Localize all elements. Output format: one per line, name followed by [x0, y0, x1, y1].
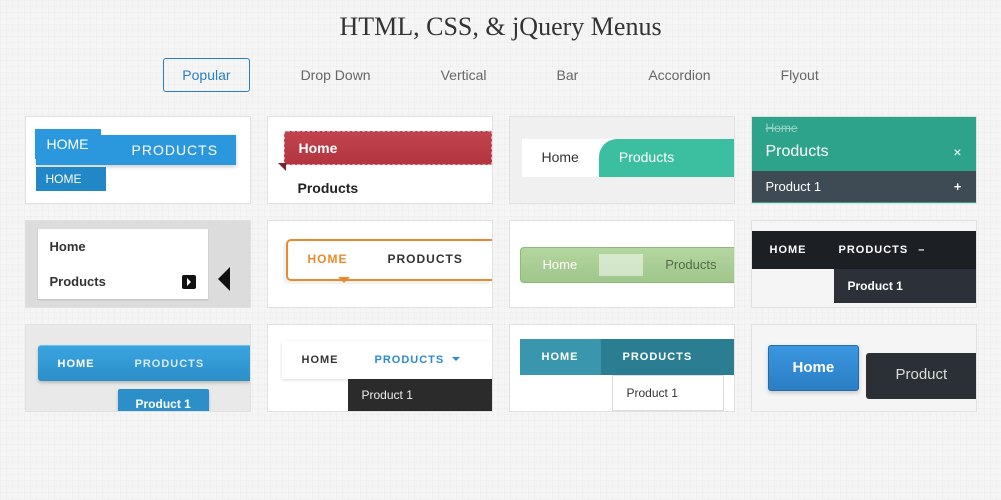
- menu-template-2[interactable]: Home Products: [267, 116, 493, 204]
- menu-template-7[interactable]: Home Products: [509, 220, 735, 308]
- flyout-arrow-icon: [206, 267, 230, 291]
- chevron-right-icon: [182, 275, 196, 289]
- nav-home: HOME: [752, 244, 825, 256]
- divider: [599, 254, 643, 276]
- nav-products: Products: [284, 173, 492, 203]
- nav-home: HOME: [520, 339, 601, 375]
- nav-sub-product1: Product 1: [118, 389, 209, 412]
- menu-template-12[interactable]: Home Product: [751, 324, 977, 412]
- menu-template-9[interactable]: HOME PRODUCTS Product 1: [25, 324, 251, 412]
- nav-home: HOME: [288, 241, 368, 279]
- nav-products: Products: [643, 248, 734, 282]
- nav-products: Product: [866, 353, 976, 399]
- nav-home: HOME: [35, 129, 101, 159]
- nav-products: PRODUCTS: [601, 339, 734, 375]
- page-title: HTML, CSS, & jQuery Menus: [0, 0, 1001, 58]
- nav-home: Home: [768, 345, 860, 391]
- nav-products: PRODUCTS: [368, 241, 483, 279]
- tab-dropdown[interactable]: Drop Down: [282, 58, 390, 92]
- nav-sub-product1: Product 1: [348, 379, 492, 411]
- menu-template-10[interactable]: HOME PRODUCTS Product 1: [267, 324, 493, 412]
- template-grid: HOME PRODUCTS HOME Home Products Home Pr…: [0, 116, 1001, 412]
- category-tabs: Popular Drop Down Vertical Bar Accordion…: [0, 58, 1001, 92]
- menu-template-1[interactable]: HOME PRODUCTS HOME: [25, 116, 251, 204]
- menu-template-5[interactable]: Home Products: [25, 220, 251, 308]
- tab-bar[interactable]: Bar: [538, 58, 598, 92]
- close-icon: ×: [953, 144, 961, 160]
- nav-products: Products: [766, 143, 829, 161]
- menu-template-4[interactable]: Home Products × Product 1 +: [751, 116, 977, 204]
- nav-home: Home: [284, 131, 492, 165]
- nav-home: HOME: [282, 354, 359, 366]
- nav-products: PRODUCTS –: [825, 244, 936, 256]
- menu-template-6[interactable]: HOME PRODUCTS: [267, 220, 493, 308]
- nav-products: PRODUCTS: [115, 346, 225, 381]
- minus-icon: –: [918, 244, 925, 256]
- menu-template-8[interactable]: HOME PRODUCTS – Product 1: [751, 220, 977, 308]
- nav-home: Home: [522, 139, 599, 177]
- nav-top: Home: [752, 117, 976, 137]
- nav-products: PRODUCTS: [102, 135, 237, 165]
- nav-sub-product1: Product 1: [766, 179, 822, 194]
- tab-flyout[interactable]: Flyout: [762, 58, 838, 92]
- tab-vertical[interactable]: Vertical: [422, 58, 506, 92]
- nav-home: Home: [521, 248, 600, 282]
- nav-products: Products: [38, 264, 208, 299]
- menu-template-11[interactable]: HOME PRODUCTS Product 1: [509, 324, 735, 412]
- chevron-down-icon: [338, 277, 350, 289]
- tab-accordion[interactable]: Accordion: [629, 58, 729, 92]
- nav-products: Products: [599, 139, 734, 177]
- nav-sub-product1: Product 1: [834, 269, 976, 303]
- nav-home: HOME: [38, 346, 115, 381]
- nav-products: PRODUCTS: [359, 354, 477, 366]
- menu-template-3[interactable]: Home Products: [509, 116, 735, 204]
- chevron-down-icon: [452, 357, 460, 365]
- plus-icon: +: [954, 179, 962, 194]
- nav-home: Home: [38, 229, 208, 264]
- nav-sub-product1: Product 1: [612, 375, 724, 411]
- tab-popular[interactable]: Popular: [163, 58, 249, 92]
- nav-sub-home: HOME: [36, 167, 106, 191]
